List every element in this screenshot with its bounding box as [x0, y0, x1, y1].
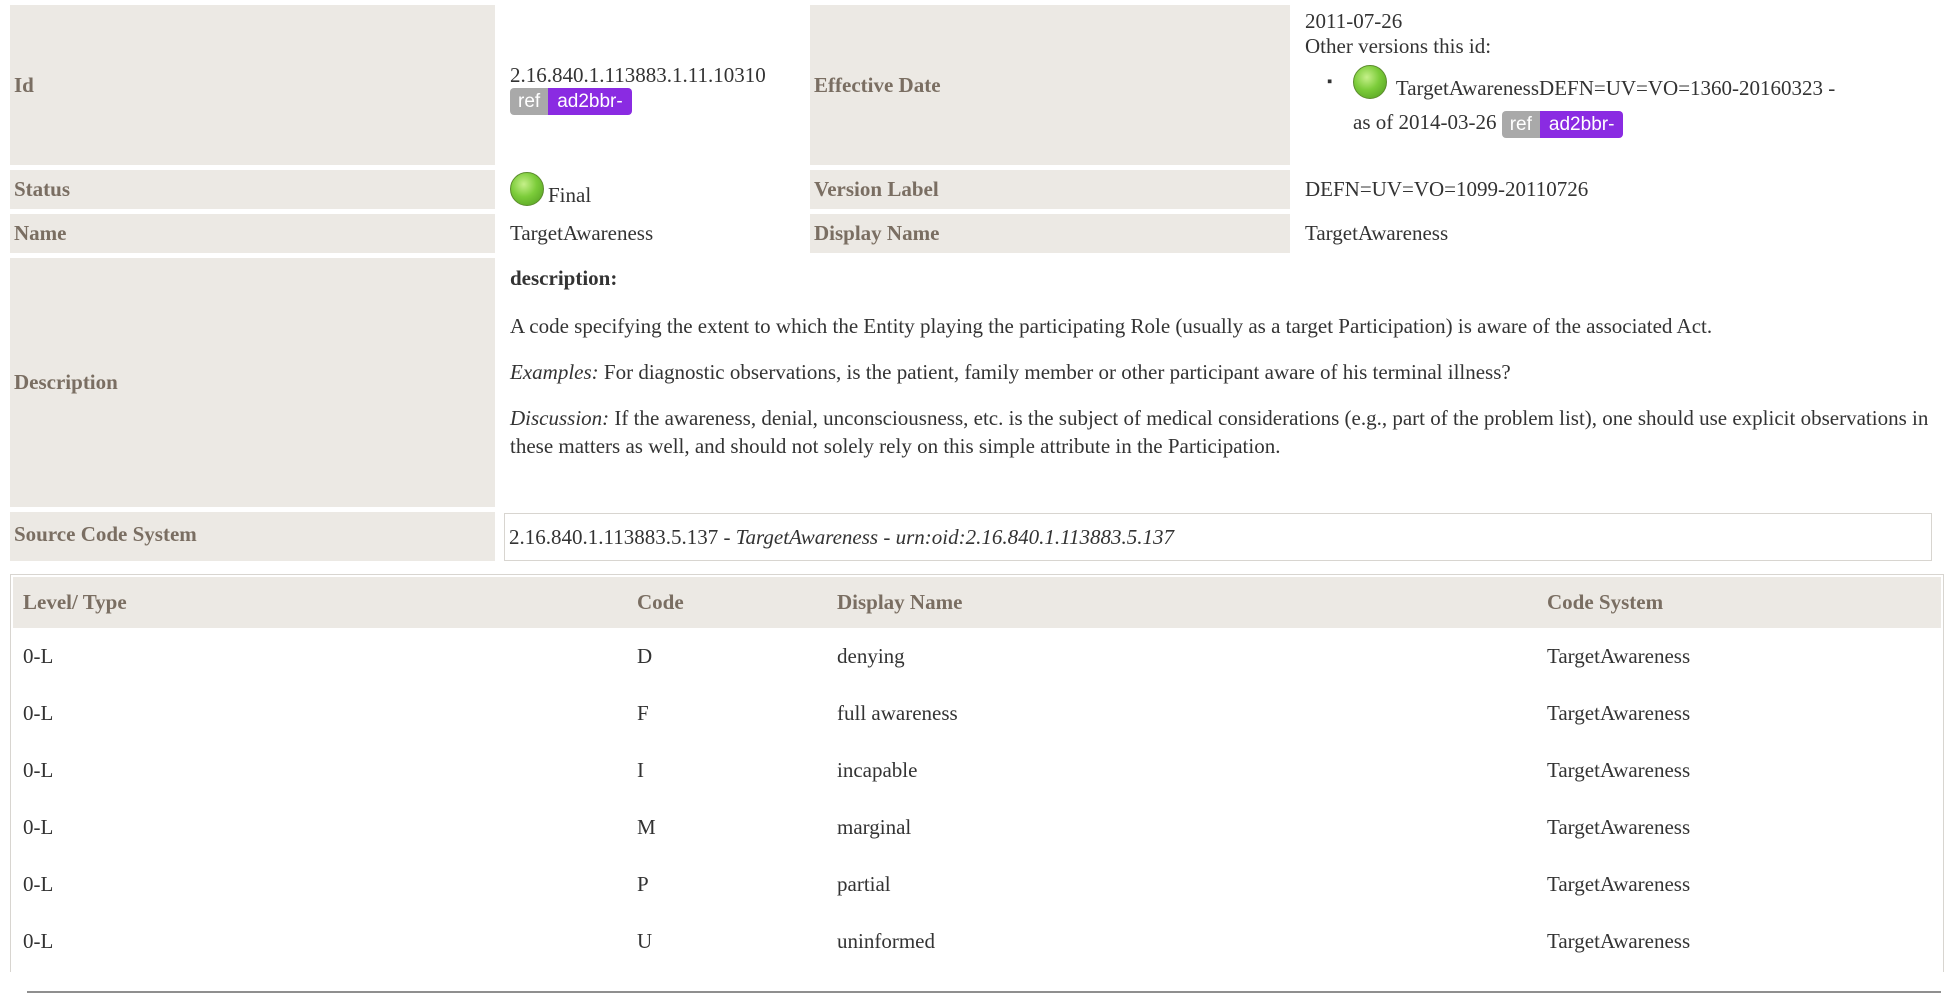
- ref-badge[interactable]: ref ad2bbr-: [510, 88, 632, 116]
- status-cell: Final: [500, 170, 810, 214]
- display-name-cell: full awareness: [837, 701, 958, 725]
- ref-badge-label: ref: [1501, 110, 1540, 138]
- version-label-label: Version Label: [810, 170, 1295, 214]
- column-header-code-system: Code System: [1537, 577, 1941, 628]
- name-label: Name: [10, 214, 500, 258]
- effective-date-label: Effective Date: [810, 5, 1295, 170]
- discussion-text: If the awareness, denial, unconsciousnes…: [510, 406, 1929, 458]
- examples-text: For diagnostic observations, is the pati…: [598, 360, 1511, 384]
- status-label: Status: [10, 170, 500, 214]
- ref-badge-label: ref: [510, 88, 549, 116]
- ref-badge-prefix: ad2bbr-: [548, 88, 632, 116]
- ref-badge-prefix: ad2bbr-: [1539, 110, 1624, 138]
- level-type-cell: 0-L: [23, 872, 54, 896]
- code-system-cell: TargetAwareness: [1547, 815, 1691, 839]
- separator: -: [718, 524, 736, 549]
- display-name-cell: denying: [837, 644, 905, 668]
- description-label: Description: [10, 258, 500, 512]
- table-row: 0-L I incapable TargetAwareness: [13, 742, 1941, 799]
- code-cell: U: [637, 929, 653, 953]
- bullet-icon: ▪: [1327, 74, 1333, 90]
- code-system-cell: TargetAwareness: [1547, 701, 1691, 725]
- source-code-system-label: Source Code System: [10, 512, 500, 566]
- table-row: 0-L D denying TargetAwareness: [13, 628, 1941, 685]
- separator: -: [878, 524, 896, 549]
- other-version-item: ▪ TargetAwarenessDEFN=UV=VO=1360-2016032…: [1327, 65, 1932, 139]
- code-cell: P: [637, 872, 649, 896]
- display-name-value: TargetAwareness: [1295, 214, 1942, 258]
- effective-date-value: 2011-07-26: [1305, 9, 1403, 33]
- bottom-divider: [27, 991, 1941, 993]
- level-type-cell: 0-L: [23, 701, 54, 725]
- code-cell: F: [637, 701, 649, 725]
- table-row: 0-L P partial TargetAwareness: [13, 856, 1941, 913]
- status-final-icon: [1353, 65, 1387, 99]
- code-system-cell: TargetAwareness: [1547, 872, 1691, 896]
- source-oid: 2.16.840.1.113883.5.137: [509, 524, 719, 549]
- code-cell: D: [637, 644, 653, 668]
- id-value: 2.16.840.1.113883.1.11.10310: [510, 62, 766, 87]
- ref-badge[interactable]: ref ad2bbr-: [1501, 110, 1624, 138]
- table-row: 0-L M marginal TargetAwareness: [13, 799, 1941, 856]
- source-code-system-box: 2.16.840.1.113883.5.137 - TargetAwarenes…: [504, 512, 1932, 561]
- display-name-cell: incapable: [837, 758, 918, 782]
- id-label: Id: [10, 5, 500, 170]
- description-cell: description: A code specifying the exten…: [500, 258, 1942, 512]
- code-cell: I: [637, 758, 644, 782]
- code-cell: M: [637, 815, 656, 839]
- name-value: TargetAwareness: [500, 214, 810, 258]
- discussion-paragraph: Discussion: If the awareness, denial, un…: [510, 404, 1932, 460]
- column-header-code: Code: [627, 577, 827, 628]
- level-type-cell: 0-L: [23, 815, 54, 839]
- source-name: TargetAwareness: [735, 524, 879, 549]
- level-type-cell: 0-L: [23, 929, 54, 953]
- examples-label: Examples:: [510, 360, 599, 384]
- concept-table: Level/ Type Code Display Name Code Syste…: [13, 577, 1941, 970]
- code-system-cell: TargetAwareness: [1547, 758, 1691, 782]
- display-name-cell: uninformed: [837, 929, 935, 953]
- discussion-label: Discussion:: [510, 406, 610, 430]
- column-header-display-name: Display Name: [827, 577, 1537, 628]
- valueset-metadata-table: Id 2.16.840.1.113883.1.11.10310 ref ad2bb…: [10, 5, 1942, 566]
- version-label-value: DEFN=UV=VO=1099-20110726: [1295, 170, 1942, 214]
- status-value: Final: [548, 182, 592, 207]
- concept-list: Level/ Type Code Display Name Code Syste…: [10, 574, 1944, 972]
- description-title: description:: [510, 266, 618, 290]
- concept-table-header: Level/ Type Code Display Name Code Syste…: [13, 577, 1941, 628]
- table-row: 0-L U uninformed TargetAwareness: [13, 913, 1941, 970]
- other-versions-list: ▪ TargetAwarenessDEFN=UV=VO=1360-2016032…: [1305, 65, 1932, 139]
- examples-paragraph: Examples: For diagnostic observations, i…: [510, 358, 1932, 386]
- effective-date-cell: 2011-07-26 Other versions this id: ▪ Tar…: [1295, 5, 1942, 170]
- code-system-cell: TargetAwareness: [1547, 644, 1691, 668]
- level-type-cell: 0-L: [23, 758, 54, 782]
- column-header-level-type: Level/ Type: [13, 577, 627, 628]
- other-versions-label: Other versions this id:: [1305, 34, 1492, 58]
- source-code-system-cell: 2.16.840.1.113883.5.137 - TargetAwarenes…: [500, 512, 1942, 566]
- description-text: A code specifying the extent to which th…: [510, 314, 1713, 338]
- other-version-as-of: as of 2014-03-26: [1353, 110, 1497, 134]
- display-name-label: Display Name: [810, 214, 1295, 258]
- code-system-cell: TargetAwareness: [1547, 929, 1691, 953]
- source-urn: urn:oid:2.16.840.1.113883.5.137: [895, 524, 1175, 549]
- display-name-cell: partial: [837, 872, 891, 896]
- display-name-cell: marginal: [837, 815, 912, 839]
- level-type-cell: 0-L: [23, 644, 54, 668]
- other-version-link[interactable]: TargetAwarenessDEFN=UV=VO=1360-20160323 …: [1396, 76, 1835, 100]
- status-final-icon: [510, 171, 544, 206]
- table-row: 0-L F full awareness TargetAwareness: [13, 685, 1941, 742]
- id-cell: 2.16.840.1.113883.1.11.10310 ref ad2bbr-: [500, 5, 810, 170]
